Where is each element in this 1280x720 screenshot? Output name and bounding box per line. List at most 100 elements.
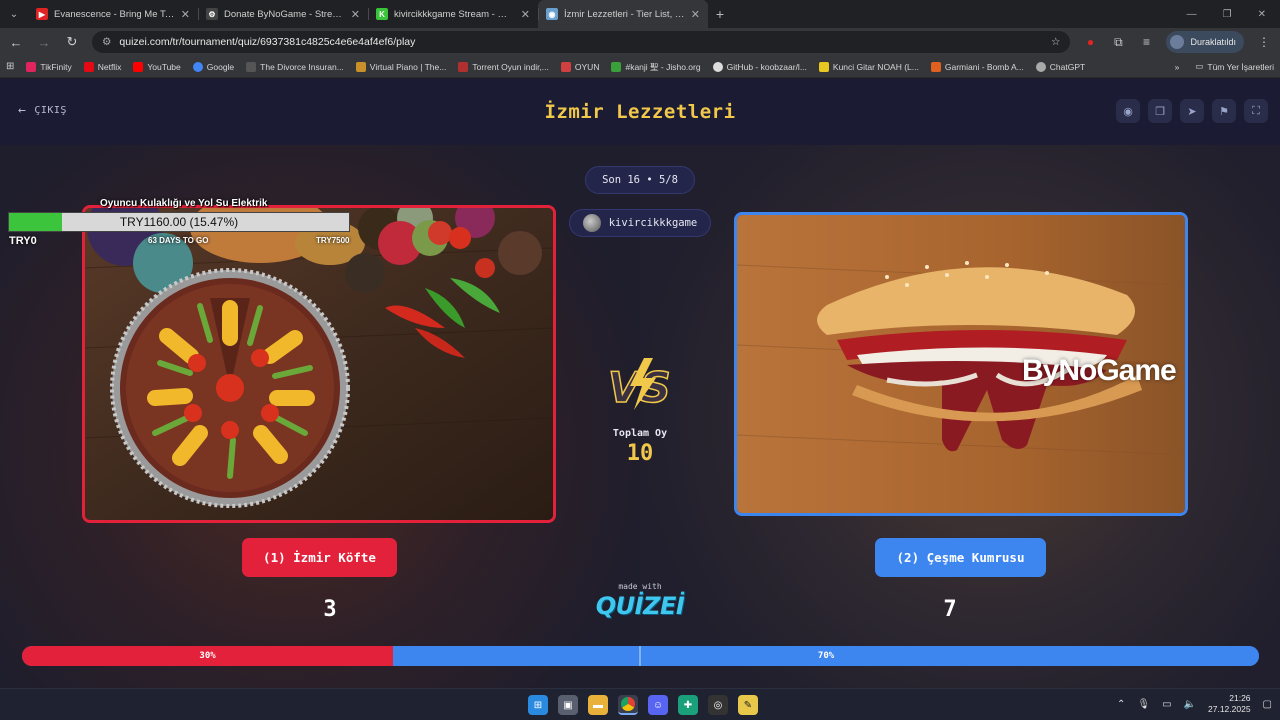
flag-icon[interactable]: ⚑ <box>1212 99 1236 123</box>
close-window-icon[interactable]: ✕ <box>1258 9 1266 20</box>
url-text[interactable]: quizei.com/tr/tournament/quiz/6937381c48… <box>119 36 1043 48</box>
back-icon[interactable]: ← <box>8 35 24 50</box>
fullscreen-icon[interactable]: ⛶ <box>1244 99 1268 123</box>
bookmark-tikfinity[interactable]: TikFinity <box>26 61 72 72</box>
bookmark-kunci-gitar[interactable]: Kunci Gitar NOAH (L... <box>818 61 919 72</box>
chrome-icon[interactable] <box>618 695 638 715</box>
bookmark-garmiani[interactable]: Garmiani - Bomb A... <box>930 61 1024 72</box>
extensions-puzzle-icon[interactable]: ⧉ <box>1110 35 1126 50</box>
bookmark-icon <box>560 61 571 72</box>
bookmark-icon <box>930 61 941 72</box>
discord-icon[interactable]: ☺ <box>648 695 668 715</box>
total-votes-value: 10 <box>626 441 654 466</box>
streamer-avatar <box>582 214 601 232</box>
bookmark-icon <box>133 61 144 72</box>
bookmark-youtube[interactable]: YouTube <box>133 61 181 72</box>
bookmark-label: The Divorce Insuran... <box>260 61 344 72</box>
file-explorer-icon[interactable]: ▬ <box>588 695 608 715</box>
bookmark-divorce[interactable]: The Divorce Insuran... <box>246 61 344 72</box>
browser-toolbar: ← → ↻ ⚙ quizei.com/tr/tournament/quiz/69… <box>0 28 1280 56</box>
option-left-votes: 3 <box>323 597 337 622</box>
exit-label: ÇIKIŞ <box>34 105 67 116</box>
apps-grid-icon[interactable]: ⊞ <box>6 61 14 72</box>
volume-icon[interactable]: 🔈 <box>1184 699 1196 710</box>
task-view-icon[interactable]: ▣ <box>558 695 578 715</box>
quizei-logo[interactable]: QUİZEİ <box>590 592 690 620</box>
forward-icon[interactable]: → <box>36 35 52 50</box>
xbox-icon[interactable]: ✚ <box>678 695 698 715</box>
send-icon[interactable]: ➤ <box>1180 99 1204 123</box>
obs-icon[interactable]: ◎ <box>708 695 728 715</box>
menu-kebab-icon[interactable]: ⋮ <box>1256 35 1272 49</box>
extension-red-icon[interactable]: ● <box>1082 35 1098 49</box>
vote-progress-right: 70% <box>393 646 1259 666</box>
bookmark-icon <box>83 61 94 72</box>
bookmark-label: Google <box>206 61 235 72</box>
media-control-icon[interactable]: ≡ <box>1138 35 1154 49</box>
bookmark-icon <box>192 61 203 72</box>
close-tab-icon[interactable]: ✕ <box>351 8 360 21</box>
bookmark-icon <box>1035 61 1046 72</box>
close-tab-icon[interactable]: ✕ <box>691 8 700 21</box>
streamer-name: kivircikkkgame <box>608 217 698 229</box>
close-tab-icon[interactable]: ✕ <box>521 8 530 21</box>
bookmark-github[interactable]: GitHub - koobzaar/l... <box>712 61 807 72</box>
bookmark-label: Kunci Gitar NOAH (L... <box>832 61 919 72</box>
bookmark-icon <box>26 61 37 72</box>
close-tab-icon[interactable]: ✕ <box>181 8 190 21</box>
option-right-button[interactable]: (2) Çeşme Kumrusu <box>875 538 1046 577</box>
bookmark-torrent[interactable]: Torrent Oyun indir,... <box>458 61 549 72</box>
vote-progress-left: 30% <box>22 646 394 666</box>
copy-icon[interactable]: ❐ <box>1148 99 1172 123</box>
tab-search-icon[interactable]: ⌄ <box>0 0 28 28</box>
vs-lightning-icon: VS <box>607 358 672 413</box>
option-left-button[interactable]: (1) İzmir Köfte <box>242 538 397 577</box>
quiz-page: ← ÇIKIŞ İzmir Lezzetleri ◉ ❐ ➤ ⚑ ⛶ Son 1… <box>0 79 1280 688</box>
bookmark-icon <box>611 61 622 72</box>
tab-2[interactable]: ⚙ Donate ByNoGame - Streamer ✕ <box>198 0 368 28</box>
more-bookmarks-icon[interactable]: » <box>1175 62 1180 72</box>
tab-1[interactable]: ▶ Evanescence - Bring Me To Life ✕ <box>28 0 198 28</box>
site-info-icon[interactable]: ⚙ <box>102 36 111 48</box>
made-with-label: made with <box>618 582 662 591</box>
bookmark-label: OYUN <box>574 61 600 72</box>
bookmark-icon <box>458 61 469 72</box>
option-left-image[interactable] <box>82 205 556 523</box>
tab-4-active[interactable]: ◉ İzmir Lezzetleri - Tier List, Kör S ✕ <box>538 0 708 28</box>
bynogame-favicon-icon: ⚙ <box>206 8 218 20</box>
all-bookmarks-button[interactable]: ▭ Tüm Yer İşaretleri <box>1195 61 1274 72</box>
minimize-icon[interactable]: — <box>1187 9 1197 20</box>
donation-start: TRY0 <box>9 235 37 247</box>
new-tab-icon[interactable]: + <box>708 6 732 22</box>
bookmark-icon <box>818 61 829 72</box>
clock[interactable]: 21:26 27.12.2025 <box>1208 693 1251 715</box>
microphone-icon[interactable]: 🎙 <box>1137 699 1150 710</box>
profile-avatar <box>1170 35 1185 49</box>
round-indicator: Son 16 • 5/8 <box>585 166 695 194</box>
bookmark-label: ChatGPT <box>1049 61 1086 72</box>
bookmark-oyun[interactable]: OYUN <box>560 61 600 72</box>
bookmark-google[interactable]: Google <box>192 61 235 72</box>
bookmark-netflix[interactable]: Netflix <box>83 61 121 72</box>
bookmark-chatgpt[interactable]: ChatGPT <box>1035 61 1086 72</box>
notification-icon[interactable]: ▢ <box>1263 699 1272 710</box>
app-icon[interactable]: ✎ <box>738 695 758 715</box>
bookmarks-right: » ▭ Tüm Yer İşaretleri <box>1175 61 1274 72</box>
eye-icon[interactable]: ◉ <box>1116 99 1140 123</box>
tab-3[interactable]: K kivircikkkgame Stream - Watch ✕ <box>368 0 538 28</box>
bookmark-star-icon[interactable]: ☆ <box>1051 36 1060 48</box>
reload-icon[interactable]: ↻ <box>64 34 80 50</box>
address-bar[interactable]: ⚙ quizei.com/tr/tournament/quiz/6937381c… <box>92 31 1071 53</box>
network-icon[interactable]: ▭ <box>1162 699 1171 710</box>
restore-icon[interactable]: ❐ <box>1223 9 1232 20</box>
system-tray: ⌃ 🎙 ▭ 🔈 21:26 27.12.2025 ▢ <box>1117 693 1272 715</box>
start-windows-icon[interactable]: ⊞ <box>528 695 548 715</box>
profile-button[interactable]: Duraklatıldı <box>1166 31 1244 53</box>
tray-chevron-icon[interactable]: ⌃ <box>1117 699 1125 710</box>
donation-progress-bar: TRY1160.00 (15.47%) <box>8 212 350 232</box>
bookmark-jisho[interactable]: #kanji 聖 - Jisho.org <box>611 61 701 73</box>
exit-button[interactable]: ← ÇIKIŞ <box>18 103 67 118</box>
option-right-votes: 7 <box>943 597 957 622</box>
streamer-badge[interactable]: kivircikkkgame <box>569 209 711 237</box>
bookmark-virtual-piano[interactable]: Virtual Piano | The... <box>355 61 446 72</box>
